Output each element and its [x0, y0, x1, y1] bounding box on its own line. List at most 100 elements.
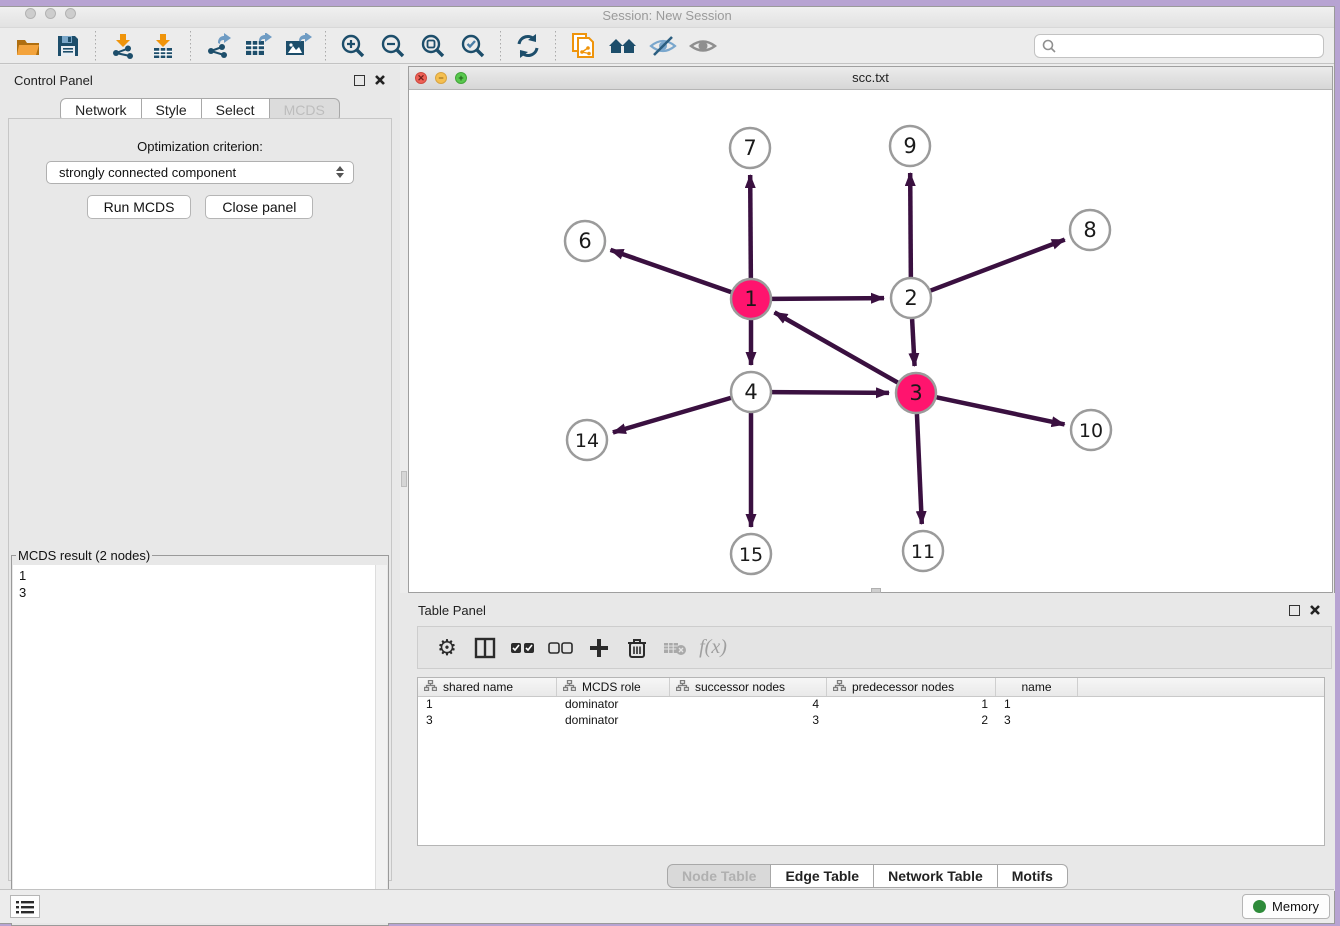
column-header-shared-name[interactable]: shared name — [418, 678, 557, 696]
table-toolbar: ⚙ f(x) — [417, 626, 1332, 669]
table-cell[interactable]: 3 — [670, 713, 827, 729]
export-image-icon[interactable] — [283, 31, 313, 61]
tab-edge-table[interactable]: Edge Table — [771, 864, 874, 888]
table-row[interactable]: 1dominator411 — [418, 697, 1324, 713]
delete-table-icon[interactable] — [660, 633, 690, 663]
network-window-titlebar[interactable]: ✕ − + scc.txt — [409, 67, 1332, 90]
network-view-window: ✕ − + scc.txt 7968124314101511 — [408, 66, 1333, 593]
run-mcds-button[interactable]: Run MCDS — [87, 195, 192, 219]
network-canvas[interactable]: 7968124314101511 — [409, 90, 1332, 592]
column-header-predecessor-nodes[interactable]: predecessor nodes — [827, 678, 996, 696]
tab-motifs[interactable]: Motifs — [998, 864, 1068, 888]
zoom-in-icon[interactable] — [338, 31, 368, 61]
toolbar-separator — [95, 31, 96, 61]
edge-1-6[interactable] — [610, 250, 731, 292]
zoom-out-icon[interactable] — [378, 31, 408, 61]
column-header-label: successor nodes — [695, 680, 785, 694]
table-row[interactable]: 3dominator323 — [418, 713, 1324, 729]
home-layout-icon[interactable] — [608, 31, 638, 61]
column-header-successor-nodes[interactable]: successor nodes — [670, 678, 827, 696]
node-label-7: 7 — [743, 136, 756, 160]
columns-icon[interactable] — [470, 633, 500, 663]
tab-network-table[interactable]: Network Table — [874, 864, 998, 888]
hide-selected-eye-icon[interactable] — [648, 31, 678, 61]
network-graph[interactable]: 7968124314101511 — [409, 90, 1332, 592]
column-header-MCDS-role[interactable]: MCDS role — [557, 678, 670, 696]
mcds-result-list[interactable]: 13 — [13, 565, 387, 922]
save-session-icon[interactable] — [53, 31, 83, 61]
edge-3-1[interactable] — [774, 312, 897, 382]
show-all-eye-icon[interactable] — [688, 31, 718, 61]
import-table-icon[interactable] — [148, 31, 178, 61]
node-label-6: 6 — [578, 229, 591, 253]
mcds-result-title: MCDS result (2 nodes) — [16, 548, 152, 563]
table-cell[interactable]: 1 — [827, 697, 996, 713]
column-tree-icon — [563, 680, 576, 694]
edge-1-2[interactable] — [772, 298, 884, 299]
panel-splitter-handle[interactable] — [401, 471, 407, 487]
optimization-criterion-value: strongly connected component — [59, 165, 236, 180]
table-cell[interactable]: 3 — [418, 713, 557, 729]
node-label-15: 15 — [739, 544, 763, 566]
table-cell[interactable]: 3 — [996, 713, 1078, 729]
edge-4-14[interactable] — [613, 398, 731, 433]
tab-node-table[interactable]: Node Table — [667, 864, 771, 888]
edge-2-8[interactable] — [931, 240, 1065, 291]
node-table-body[interactable]: 1dominator4113dominator323 — [418, 697, 1324, 729]
gear-icon[interactable]: ⚙ — [432, 633, 462, 663]
node-table-header[interactable]: shared name MCDS role successor nodes prede… — [418, 678, 1324, 697]
list-icon — [16, 900, 34, 914]
edge-2-3[interactable] — [912, 319, 914, 366]
memory-status-icon — [1253, 900, 1266, 913]
toolbar-separator — [190, 31, 191, 61]
table-cell[interactable]: dominator — [557, 713, 670, 729]
select-all-checkboxes-icon[interactable] — [508, 633, 538, 663]
edge-4-3[interactable] — [772, 392, 889, 393]
node-table[interactable]: shared name MCDS role successor nodes prede… — [417, 677, 1325, 846]
mcds-result-scrollbar[interactable] — [375, 565, 387, 922]
node-label-9: 9 — [903, 134, 916, 158]
table-cell[interactable]: 1 — [418, 697, 557, 713]
edge-3-10[interactable] — [937, 397, 1065, 424]
refresh-layout-icon[interactable] — [513, 31, 543, 61]
edge-1-7[interactable] — [750, 175, 751, 278]
column-header-label: MCDS role — [582, 680, 641, 694]
edge-3-11[interactable] — [917, 414, 922, 524]
network-overview-icon[interactable] — [568, 31, 598, 61]
column-header-name[interactable]: name — [996, 678, 1078, 696]
close-panel-button[interactable]: Close panel — [205, 195, 313, 219]
import-network-icon[interactable] — [108, 31, 138, 61]
toolbar-separator — [500, 31, 501, 61]
delete-row-trash-icon[interactable] — [622, 633, 652, 663]
close-table-panel-icon[interactable] — [1309, 604, 1321, 616]
function-builder-icon[interactable]: f(x) — [698, 633, 728, 663]
optimization-criterion-select[interactable]: strongly connected component — [46, 161, 354, 184]
table-cell[interactable]: 1 — [996, 697, 1078, 713]
close-panel-icon[interactable] — [374, 74, 386, 86]
table-cell[interactable]: 2 — [827, 713, 996, 729]
task-history-button[interactable] — [10, 895, 40, 918]
open-file-icon[interactable] — [13, 31, 43, 61]
search-input[interactable] — [1061, 37, 1316, 54]
export-network-icon[interactable] — [203, 31, 233, 61]
float-panel-icon[interactable] — [354, 75, 365, 86]
table-panel-tabs: Node TableEdge TableNetwork TableMotifs — [400, 864, 1335, 888]
status-bar: Memory — [0, 889, 1334, 923]
main-toolbar — [0, 27, 1334, 64]
zoom-selected-icon[interactable] — [458, 31, 488, 61]
search-box[interactable] — [1034, 34, 1324, 58]
add-row-icon[interactable] — [584, 633, 614, 663]
table-cell[interactable]: dominator — [557, 697, 670, 713]
edge-2-9[interactable] — [910, 173, 911, 277]
table-cell[interactable]: 4 — [670, 697, 827, 713]
zoom-fit-icon[interactable] — [418, 31, 448, 61]
node-label-14: 14 — [575, 430, 599, 452]
node-label-11: 11 — [911, 541, 935, 563]
node-label-10: 10 — [1079, 420, 1103, 442]
export-table-icon[interactable] — [243, 31, 273, 61]
node-label-2: 2 — [904, 286, 917, 310]
deselect-all-checkboxes-icon[interactable] — [546, 633, 576, 663]
memory-label: Memory — [1272, 899, 1319, 914]
float-table-panel-icon[interactable] — [1289, 605, 1300, 616]
memory-button[interactable]: Memory — [1242, 894, 1330, 919]
